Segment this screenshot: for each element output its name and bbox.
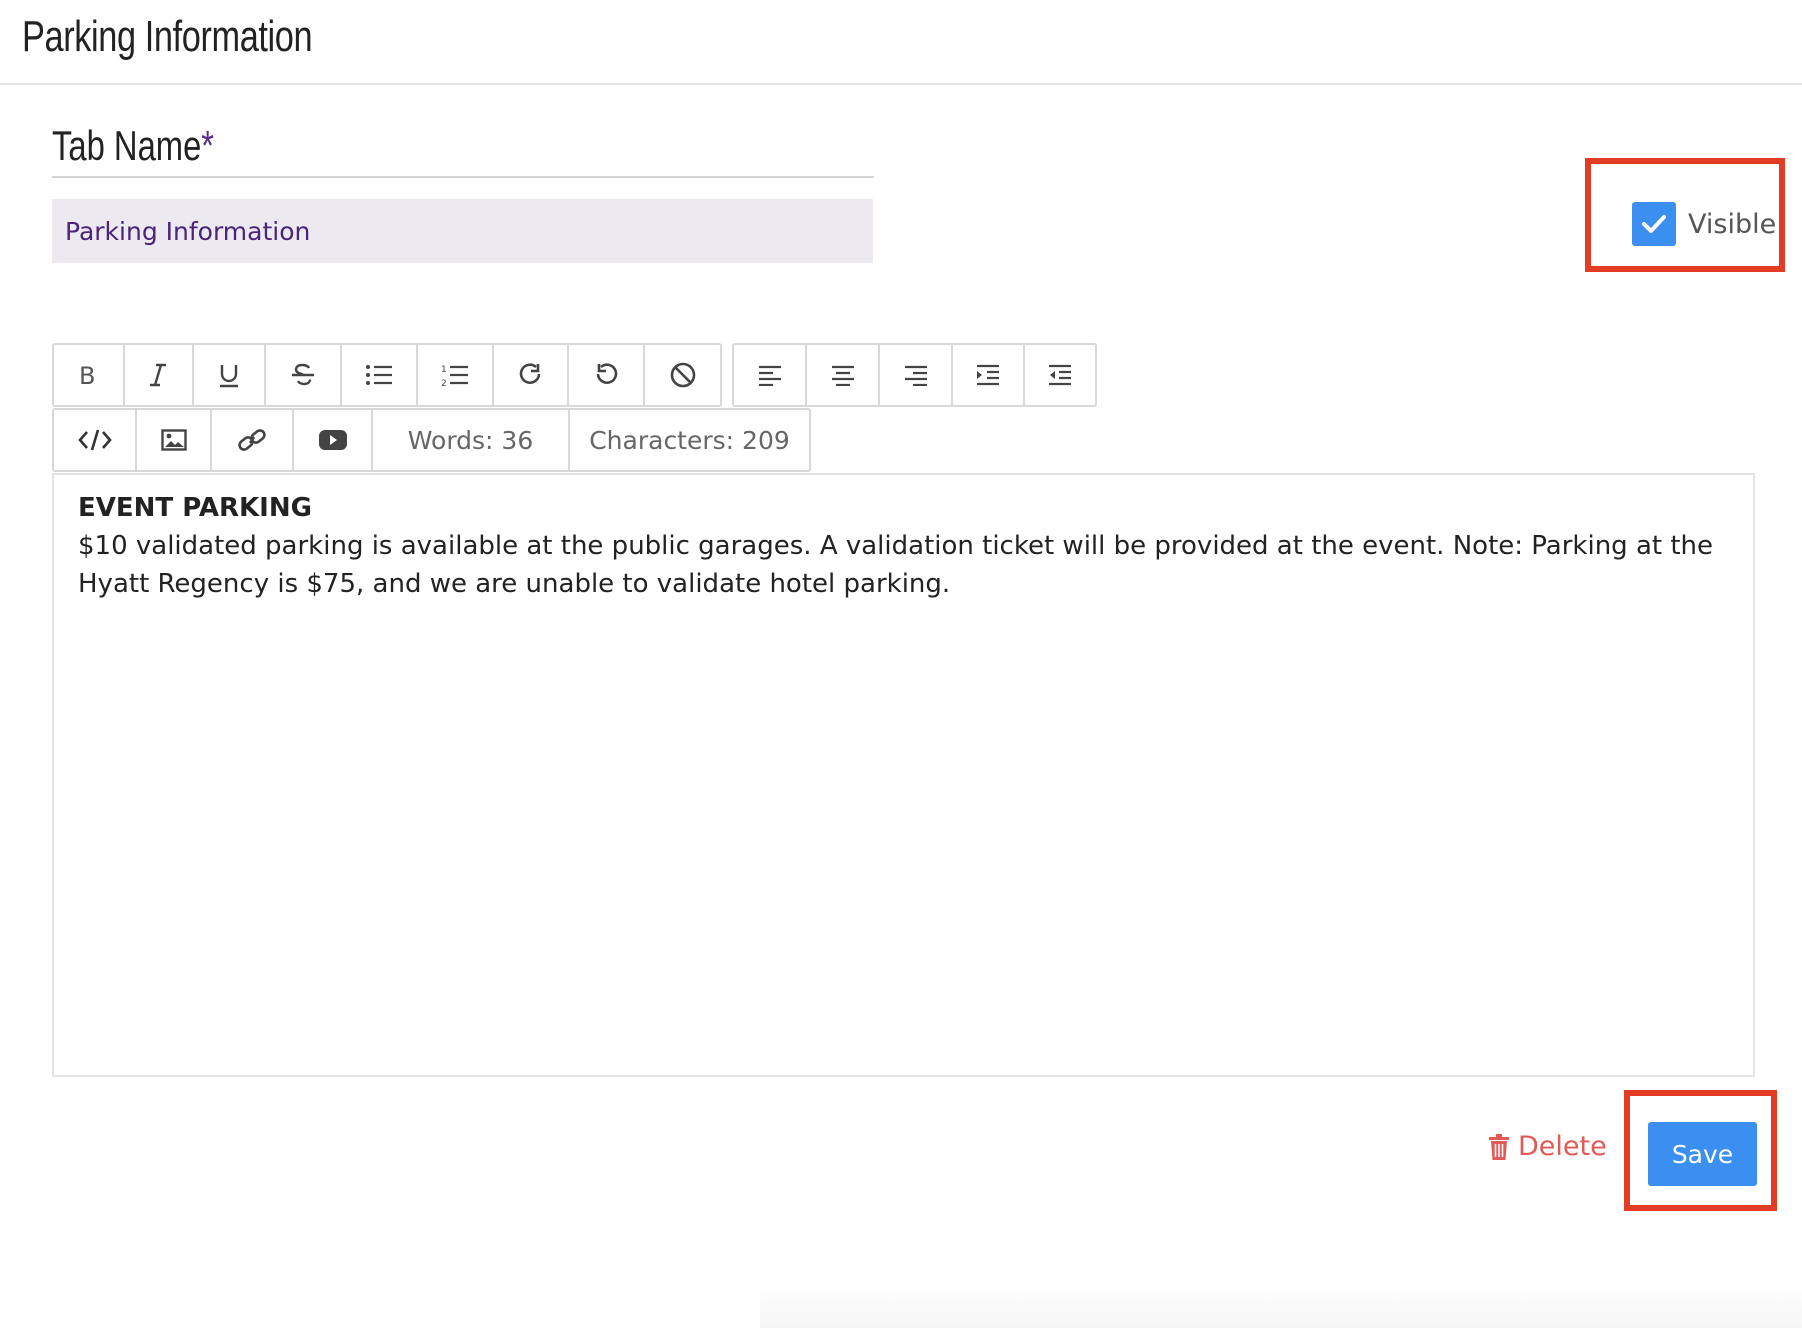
trash-icon [1489, 1133, 1509, 1160]
undo-button[interactable] [569, 345, 646, 405]
tab-name-input[interactable] [52, 199, 873, 263]
numbered-list-icon: 12 [441, 365, 468, 388]
italic-button[interactable] [125, 345, 194, 405]
bulleted-list-icon [366, 365, 392, 385]
redo-icon [519, 363, 540, 384]
bottom-shadow [760, 1280, 1802, 1328]
link-icon [238, 429, 266, 451]
delete-label: Delete [1518, 1131, 1607, 1162]
outdent-icon [1049, 364, 1071, 386]
tab-name-label-text: Tab Name [52, 122, 202, 169]
required-marker: * [201, 122, 215, 169]
insert-video-button[interactable] [294, 410, 373, 470]
align-left-button[interactable] [734, 345, 807, 405]
image-icon [160, 429, 187, 451]
page-header: Parking Information [0, 0, 1802, 85]
save-highlight-box: Save [1624, 1090, 1777, 1211]
visible-checkbox-control[interactable]: Visible [1632, 202, 1776, 246]
visible-checkbox[interactable] [1632, 202, 1676, 246]
undo-icon [596, 363, 618, 384]
visible-label: Visible [1688, 208, 1777, 240]
indent-button[interactable] [953, 345, 1025, 405]
svg-text:B: B [79, 362, 95, 388]
toolbar-alignment-group [732, 343, 1097, 407]
underline-icon [219, 365, 238, 388]
insert-image-button[interactable] [137, 410, 212, 470]
toolbar-formatting-group: B 12 [52, 343, 722, 407]
align-left-icon [758, 365, 781, 386]
code-view-button[interactable] [54, 410, 137, 470]
strikethrough-button[interactable] [266, 345, 343, 405]
toolbar-insert-group: Words: 36 Characters: 209 [52, 408, 811, 472]
outdent-button[interactable] [1025, 345, 1095, 405]
clear-format-icon [670, 362, 695, 388]
strikethrough-icon [292, 363, 315, 386]
align-center-icon [831, 365, 854, 386]
clear-format-button[interactable] [645, 345, 720, 405]
insert-link-button[interactable] [212, 410, 294, 470]
delete-button[interactable]: Delete [1488, 1131, 1607, 1162]
tab-name-label: Tab Name* [52, 122, 874, 178]
save-button[interactable]: Save [1648, 1122, 1757, 1186]
align-right-button[interactable] [880, 345, 953, 405]
numbered-list-button[interactable]: 12 [418, 345, 494, 405]
align-right-icon [904, 365, 927, 386]
character-count: Characters: 209 [589, 425, 790, 455]
editor-heading: EVENT PARKING [78, 493, 312, 523]
bulleted-list-button[interactable] [342, 345, 418, 405]
page-title: Parking Information [22, 12, 313, 61]
svg-text:1: 1 [441, 365, 447, 375]
word-count: Words: 36 [373, 410, 570, 470]
underline-button[interactable] [194, 345, 267, 405]
indent-icon [977, 364, 999, 386]
svg-text:2: 2 [441, 379, 447, 388]
checkmark-icon [1642, 215, 1666, 233]
align-center-button[interactable] [807, 345, 880, 405]
italic-icon [150, 363, 167, 387]
bold-icon: B [79, 362, 95, 388]
visible-highlight-box: Visible [1585, 158, 1785, 272]
code-view-icon [77, 429, 112, 451]
bold-button[interactable]: B [54, 345, 125, 405]
rich-text-editor[interactable]: EVENT PARKING $10 validated parking is a… [52, 473, 1755, 1077]
video-icon [318, 430, 347, 450]
redo-button[interactable] [494, 345, 570, 405]
editor-body: $10 validated parking is available at th… [78, 531, 1714, 599]
